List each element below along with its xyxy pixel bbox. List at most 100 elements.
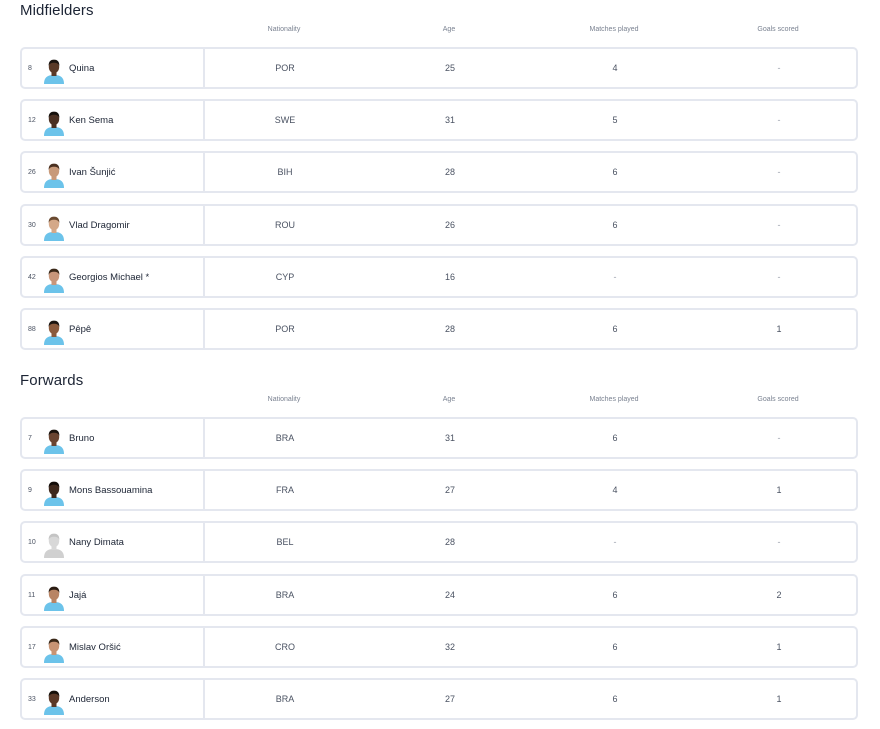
shirt-number: 11 [28, 591, 36, 599]
shirt-number: 33 [28, 695, 36, 703]
shirt-number: 42 [28, 273, 36, 281]
player-avatar [43, 267, 65, 293]
player-row[interactable]: 26 Ivan Šunjić BIH 28 6 - [20, 151, 858, 193]
cell-nationality: SWE [274, 115, 296, 125]
shirt-number: 10 [28, 538, 36, 546]
section-title: Forwards [20, 372, 84, 389]
player-row[interactable]: 88 Pêpê POR 28 6 1 [20, 308, 858, 350]
cell-goals: 2 [776, 590, 782, 600]
column-header-age: Age [442, 396, 456, 403]
cell-goals: 1 [776, 485, 782, 495]
player-name[interactable]: Nany Dimata [69, 523, 124, 561]
cell-goals: 1 [776, 324, 782, 334]
player-name[interactable]: Georgios Michael * [69, 258, 149, 296]
cell-goals: - [777, 115, 781, 125]
cell-goals: - [777, 63, 781, 73]
row-divider [203, 206, 205, 244]
cell-goals: - [777, 272, 781, 282]
column-header-goals: Goals scored [757, 396, 799, 403]
shirt-number: 26 [28, 168, 36, 176]
player-name[interactable]: Vlad Dragomir [69, 206, 130, 244]
column-header-age: Age [442, 26, 456, 33]
cell-goals: - [777, 220, 781, 230]
cell-matches: 4 [612, 485, 618, 495]
cell-matches: 6 [612, 642, 618, 652]
player-row[interactable]: 11 Jajá BRA 24 6 2 [20, 574, 858, 616]
shirt-number: 17 [28, 643, 36, 651]
column-header-nationality: Nationality [267, 26, 301, 33]
player-avatar [43, 637, 65, 663]
cell-age: 25 [444, 63, 455, 73]
player-row[interactable]: 42 Georgios Michael * CYP 16 - - [20, 256, 858, 298]
player-name[interactable]: Quina [69, 49, 94, 87]
cell-matches: 6 [612, 167, 618, 177]
row-divider [203, 310, 205, 348]
cell-age: 27 [444, 694, 455, 704]
row-divider [203, 471, 205, 509]
player-row[interactable]: 9 Mons Bassouamina FRA 27 4 1 [20, 469, 858, 511]
player-avatar [43, 689, 65, 715]
player-avatar [43, 215, 65, 241]
cell-nationality: CRO [275, 642, 295, 652]
column-header-goals: Goals scored [757, 26, 799, 33]
cell-goals: - [777, 537, 781, 547]
cell-goals: - [777, 167, 781, 177]
cell-matches: 6 [612, 220, 618, 230]
cell-goals: 1 [776, 642, 782, 652]
cell-nationality: POR [275, 324, 295, 334]
player-name[interactable]: Mislav Oršić [69, 628, 121, 666]
player-avatar [43, 110, 65, 136]
cell-matches: 6 [612, 694, 618, 704]
row-divider [203, 101, 205, 139]
cell-nationality: BEL [276, 537, 294, 547]
cell-age: 31 [444, 433, 455, 443]
cell-nationality: BRA [275, 433, 295, 443]
cell-matches: 4 [612, 63, 618, 73]
player-row[interactable]: 33 Anderson BRA 27 6 1 [20, 678, 858, 720]
row-divider [203, 680, 205, 718]
cell-matches: 5 [612, 115, 618, 125]
cell-nationality: FRA [276, 485, 294, 495]
cell-goals: - [777, 433, 781, 443]
cell-matches: 6 [612, 590, 618, 600]
cell-goals: 1 [776, 694, 782, 704]
cell-matches: - [613, 272, 617, 282]
player-row[interactable]: 30 Vlad Dragomir ROU 26 6 - [20, 204, 858, 246]
player-avatar [43, 319, 65, 345]
player-row[interactable]: 7 Bruno BRA 31 6 - [20, 417, 858, 459]
player-row[interactable]: 12 Ken Sema SWE 31 5 - [20, 99, 858, 141]
row-divider [203, 419, 205, 457]
row-divider [203, 258, 205, 296]
shirt-number: 12 [28, 116, 36, 124]
cell-matches: 6 [612, 433, 618, 443]
shirt-number: 7 [28, 434, 32, 442]
cell-matches: 6 [612, 324, 618, 334]
player-name[interactable]: Mons Bassouamina [69, 471, 152, 509]
player-row[interactable]: 17 Mislav Oršić CRO 32 6 1 [20, 626, 858, 668]
row-divider [203, 628, 205, 666]
player-row[interactable]: 10 Nany Dimata BEL 28 - - [20, 521, 858, 563]
player-row[interactable]: 8 Quina POR 25 4 - [20, 47, 858, 89]
cell-age: 31 [444, 115, 455, 125]
column-headers: Nationality Age Matches played Goals scored [0, 26, 880, 38]
cell-age: 16 [444, 272, 455, 282]
cell-nationality: ROU [275, 220, 295, 230]
row-divider [203, 523, 205, 561]
player-name[interactable]: Pêpê [69, 310, 91, 348]
cell-age: 28 [444, 537, 455, 547]
player-name[interactable]: Bruno [69, 419, 94, 457]
cell-nationality: CYP [275, 272, 295, 282]
cell-nationality: POR [275, 63, 295, 73]
column-header-matches: Matches played [589, 26, 639, 33]
shirt-number: 30 [28, 221, 36, 229]
shirt-number: 9 [28, 486, 32, 494]
cell-nationality: BRA [275, 590, 295, 600]
player-avatar [43, 428, 65, 454]
cell-age: 28 [444, 324, 455, 334]
player-name[interactable]: Jajá [69, 576, 86, 614]
row-divider [203, 153, 205, 191]
player-name[interactable]: Ken Sema [69, 101, 113, 139]
section-title: Midfielders [20, 2, 94, 19]
player-name[interactable]: Ivan Šunjić [69, 153, 115, 191]
player-name[interactable]: Anderson [69, 680, 110, 718]
